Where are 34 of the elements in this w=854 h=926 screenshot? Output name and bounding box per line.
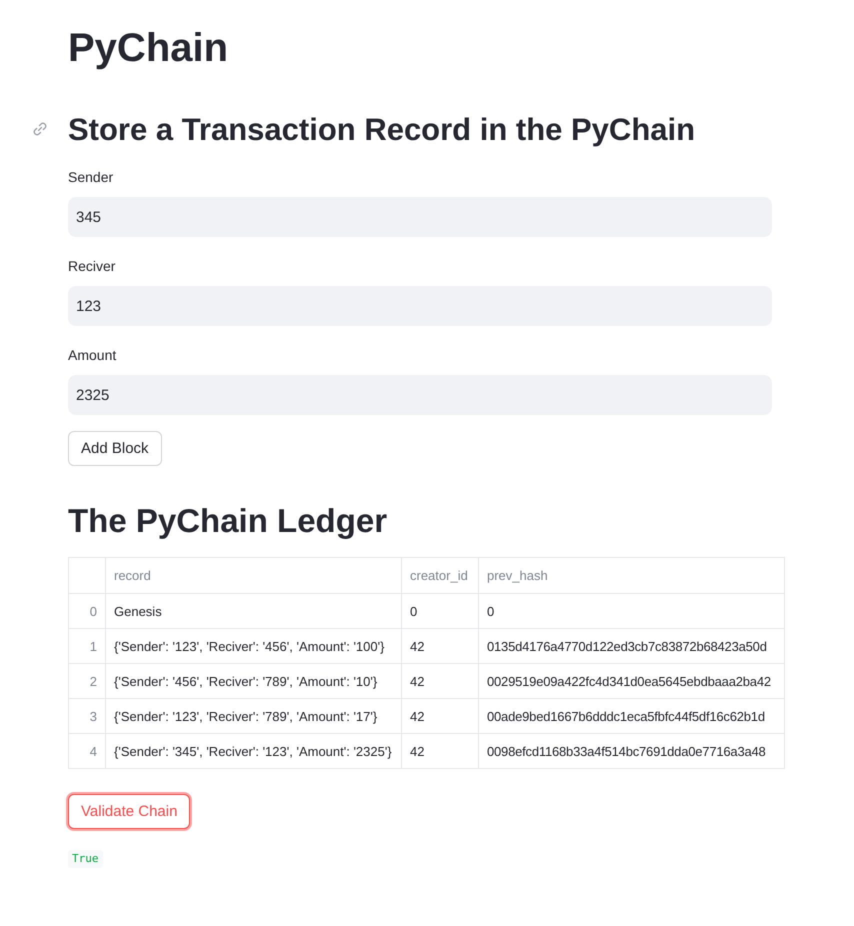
link-icon[interactable]	[32, 121, 48, 137]
table-cell: 0135d4176a4770d122ed3cb7c83872b68423a50d	[487, 638, 767, 654]
table-cell: 0	[410, 604, 418, 618]
add-block-button[interactable]: Add Block	[68, 431, 162, 466]
table-cell: 00ade9bed1667b6dddc1eca5fbfc44f5df16c62b1d	[487, 708, 765, 724]
page-title: PyChain	[68, 25, 228, 72]
row-index: 0	[90, 604, 97, 618]
table-cell: 42	[410, 744, 424, 758]
field-label: Reciver	[68, 257, 116, 276]
table-cell: {'Sender': '456', 'Reciver': '789', 'Amount': '10'}	[114, 674, 378, 688]
row-index: 4	[90, 744, 97, 758]
field-label: Amount	[68, 346, 116, 365]
section-heading: The PyChain Ledger	[68, 502, 388, 539]
column-header[interactable]: prev_hash	[487, 568, 548, 583]
row-index: 1	[90, 638, 97, 654]
table-cell: {'Sender': '123', 'Reciver': '456', 'Amount': '100'}	[114, 638, 384, 654]
text-input[interactable]: 345	[68, 197, 772, 237]
table-cell: 0	[487, 604, 494, 618]
field-label: Sender	[68, 168, 114, 187]
table-cell: 42	[410, 674, 424, 688]
section-heading: Store a Transaction Record in the PyChain	[68, 111, 696, 148]
table-cell: {'Sender': '123', 'Reciver': '789', 'Amount': '17'}	[114, 708, 378, 724]
table-cell: Genesis	[114, 604, 162, 618]
table-cell: 0098efcd1168b33a4f514bc7691dda0e7716a3a48	[487, 744, 766, 758]
table-cell: 42	[410, 638, 424, 654]
table-cell: {'Sender': '345', 'Reciver': '123', 'Amount': '2325'}	[114, 744, 392, 758]
row-index: 2	[90, 674, 97, 688]
text-input[interactable]: 2325	[68, 375, 772, 415]
row-index: 3	[90, 708, 97, 724]
text-input[interactable]: 123	[68, 286, 772, 326]
table-cell: 0029519e09a422fc4d341d0ea5645ebdbaaa2ba42	[487, 674, 771, 688]
table-cell: 42	[410, 708, 424, 724]
result-text: True	[68, 850, 102, 868]
column-header[interactable]: record	[114, 568, 151, 583]
